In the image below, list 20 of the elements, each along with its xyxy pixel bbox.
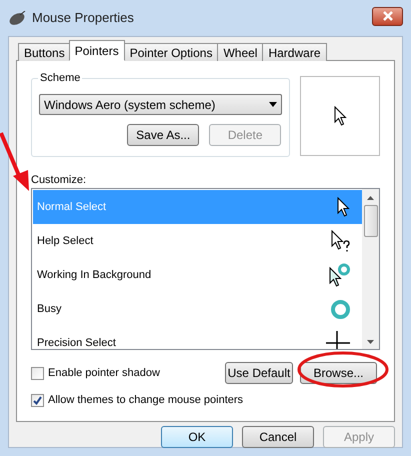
tab[interactable]: Pointers (68, 40, 125, 61)
save-as-button[interactable]: Save As... (127, 124, 200, 146)
ok-button[interactable]: OK (161, 426, 233, 448)
tab[interactable]: Hardware (262, 43, 326, 61)
tab[interactable]: Buttons (18, 43, 71, 61)
list-row[interactable]: Working In Background (33, 258, 362, 292)
list-row[interactable]: Help Select (33, 224, 362, 258)
use-default-button[interactable]: Use Default (225, 362, 293, 384)
scheme-dropdown[interactable]: Windows Aero (system scheme) (39, 94, 282, 115)
list-row[interactable]: Busy (33, 292, 362, 326)
tab[interactable]: Wheel (217, 43, 264, 61)
tab[interactable]: Pointer Options (124, 43, 218, 61)
checkbox-label: Allow themes to change mouse pointers (48, 392, 244, 408)
pointer-list[interactable]: Normal Select Help Select Working In Background Busy Precision Select (31, 188, 380, 350)
window-title: Mouse Properties (32, 9, 134, 28)
list-row[interactable]: Precision Select (33, 326, 362, 349)
customize-label: Customize: (31, 173, 88, 187)
browse-button[interactable]: Browse... (300, 362, 377, 384)
cancel-button[interactable]: Cancel (242, 426, 314, 448)
checkbox-label: Enable pointer shadow (48, 366, 160, 381)
